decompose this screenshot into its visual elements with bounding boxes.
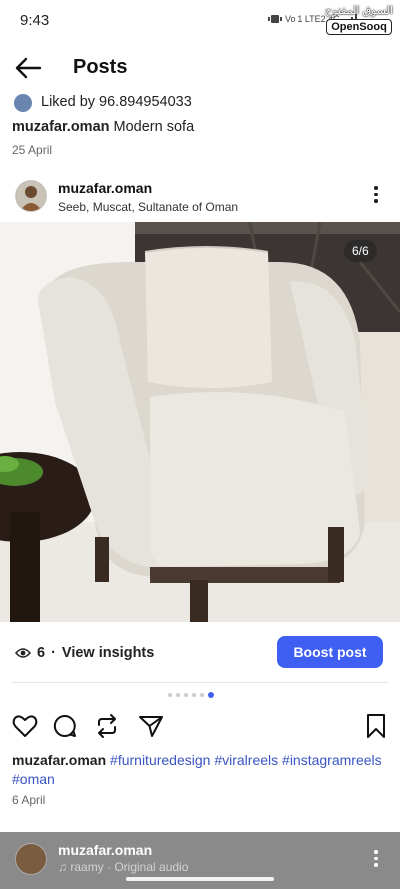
author-location[interactable]: Seeb, Muscat, Sultanate of Oman [58, 200, 238, 214]
caption-bottom: muzafar.oman #furnituredesign #viralreel… [12, 751, 382, 789]
carousel-dot [176, 693, 180, 697]
insights-count: 6 [37, 645, 46, 661]
hashtag[interactable]: #oman [12, 771, 55, 787]
status-time: 9:43 [20, 12, 50, 29]
insights-separator: · [51, 645, 56, 661]
home-indicator[interactable] [126, 877, 274, 881]
author-username[interactable]: muzafar.oman [58, 180, 152, 196]
image-counter: 6/6 [344, 240, 377, 262]
carousel-dot [200, 693, 204, 697]
hashtag[interactable]: #furnituredesign [110, 752, 210, 768]
share-icon[interactable] [138, 713, 164, 739]
next-author-avatar[interactable] [15, 843, 47, 875]
audio-label: raamy · Original audio [70, 860, 189, 874]
view-insights[interactable]: 6 · View insights [15, 645, 154, 661]
caption-text: Modern sofa [113, 119, 195, 135]
caption-top: muzafar.oman Modern sofa [12, 119, 194, 135]
boost-post-button[interactable]: Boost post [277, 636, 383, 668]
next-author-username[interactable]: muzafar.oman [58, 842, 152, 858]
carousel-dot-active [208, 692, 214, 698]
divider [12, 682, 388, 683]
carousel-indicator [168, 692, 214, 698]
avatar-person-icon [16, 181, 46, 211]
insights-label: View insights [61, 645, 155, 661]
carousel-dot [168, 693, 172, 697]
more-icon[interactable] [370, 850, 382, 872]
watermark-brand: OpenSooq [326, 19, 392, 35]
opensooq-watermark: السوق المفتوح OpenSooq [322, 4, 396, 42]
comment-icon[interactable] [52, 713, 78, 739]
status-bar: 9:43 Vo 1 LTE2 4G السوق المفتوح OpenSooq [0, 0, 400, 44]
heart-icon[interactable] [12, 713, 38, 739]
author-avatar[interactable] [15, 180, 47, 212]
hashtag[interactable]: #instagramreels [282, 752, 382, 768]
carousel-dot [192, 693, 196, 697]
post-photo[interactable] [0, 222, 400, 622]
next-post-audio[interactable]: ♫ raamy · Original audio [58, 860, 188, 874]
liked-by-avatar [14, 94, 32, 112]
carousel-dot [184, 693, 188, 697]
hashtag[interactable]: #viralreels [214, 752, 278, 768]
repost-icon[interactable] [94, 713, 120, 739]
caption-username[interactable]: muzafar.oman [12, 119, 110, 135]
back-arrow-icon[interactable] [14, 56, 42, 80]
music-note-icon: ♫ [58, 860, 71, 874]
armchair-photo [0, 222, 400, 622]
post-date-top: 25 April [12, 143, 53, 157]
more-icon[interactable] [370, 186, 382, 208]
page-title: Posts [73, 56, 128, 78]
liked-by-text[interactable]: Liked by 96.894954033 [41, 94, 192, 110]
bookmark-icon[interactable] [363, 713, 389, 739]
eye-icon [15, 648, 31, 658]
vibrate-icon [268, 15, 282, 23]
caption-bottom-username[interactable]: muzafar.oman [12, 752, 106, 768]
watermark-arabic: السوق المفتوح [325, 5, 393, 17]
post-date-bottom: 6 April [12, 793, 46, 807]
